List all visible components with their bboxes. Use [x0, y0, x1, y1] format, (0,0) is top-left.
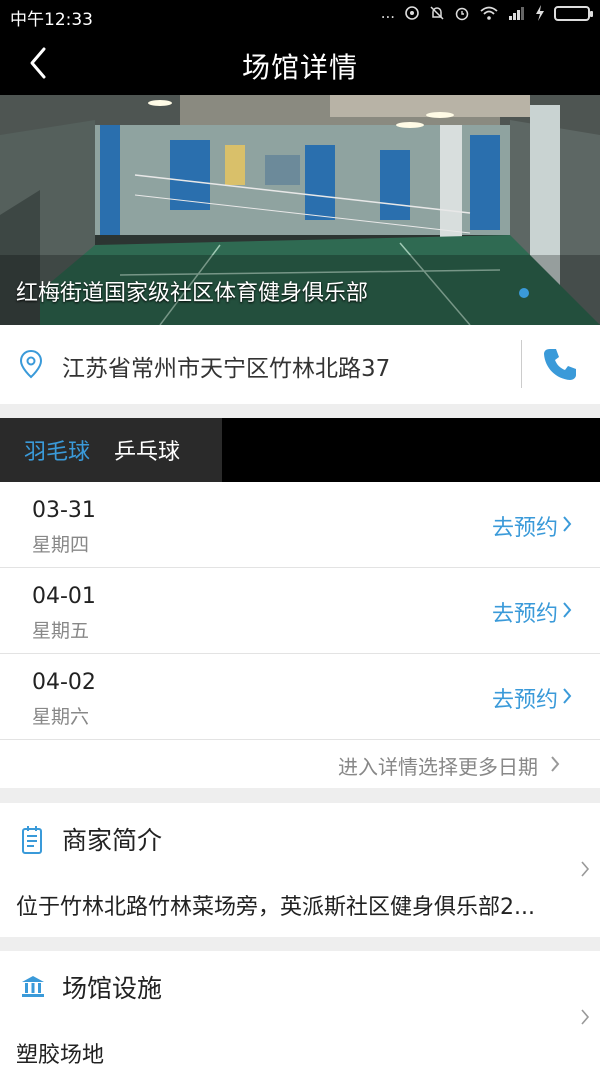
book-button[interactable]: 去预约 — [492, 596, 558, 628]
intro-text: 位于竹林北路竹林菜场旁，英派斯社区健身俱乐部2... — [16, 895, 535, 920]
building-icon — [22, 976, 44, 997]
date-label: 04-01 — [32, 584, 96, 609]
venue-photo[interactable]: 红梅街道国家级社区体育健身俱乐部 — [0, 95, 600, 325]
wifi-icon — [480, 6, 498, 20]
status-icons: ... — [380, 4, 593, 22]
notepad-icon — [22, 826, 42, 854]
book-button[interactable]: 去预约 — [492, 510, 558, 542]
venue-name: 红梅街道国家级社区体育健身俱乐部 — [16, 281, 369, 306]
facilities-title: 场馆设施 — [62, 974, 163, 1003]
mute-bell-icon — [430, 6, 444, 20]
nav-bar: 场馆详情 — [0, 31, 600, 95]
weekday-label: 星期五 — [32, 620, 90, 642]
chevron-right-icon — [581, 1009, 590, 1025]
facilities-text: 塑胶场地 — [16, 1043, 105, 1067]
tab-badminton[interactable]: 羽毛球 — [0, 434, 102, 466]
facilities-section[interactable]: 场馆设施 塑胶场地 — [0, 951, 600, 1067]
tab-group: 羽毛球 乒乓球 — [0, 418, 222, 482]
tab-table-tennis[interactable]: 乒乓球 — [102, 434, 192, 466]
chevron-right-icon — [581, 861, 590, 877]
list-item[interactable]: 04-02 星期六 去预约 — [0, 654, 600, 740]
more-dots: ... — [380, 4, 395, 22]
chevron-right-icon — [551, 756, 560, 772]
more-dates-row[interactable]: 进入详情选择更多日期 — [0, 740, 600, 788]
intro-title: 商家简介 — [62, 826, 163, 855]
book-button[interactable]: 去预约 — [492, 682, 558, 714]
sync-icon — [405, 6, 419, 20]
address-row[interactable]: 江苏省常州市天宁区竹林北路37 — [0, 325, 600, 404]
status-time: 中午12:33 — [10, 10, 93, 30]
chevron-right-icon — [563, 602, 572, 618]
venue-address: 江苏省常州市天宁区竹林北路37 — [62, 356, 391, 382]
weekday-label: 星期六 — [32, 706, 90, 728]
list-item[interactable]: 03-31 星期四 去预约 — [0, 482, 600, 568]
chevron-right-icon — [563, 516, 572, 532]
date-label: 04-02 — [32, 670, 96, 695]
chevron-right-icon — [563, 688, 572, 704]
date-list: 03-31 星期四 去预约 04-01 星期五 去预约 04-02 星期六 去预… — [0, 482, 600, 788]
status-bar: 中午12:33 ... — [0, 0, 600, 31]
weekday-label: 星期四 — [32, 534, 90, 556]
phone-icon[interactable] — [541, 345, 579, 383]
sport-tabs: 羽毛球 乒乓球 — [0, 418, 600, 482]
page-title: 场馆详情 — [241, 51, 358, 84]
location-pin-icon — [19, 349, 43, 379]
cell-signal-icon — [509, 7, 524, 20]
charging-icon — [536, 5, 544, 21]
battery-icon — [554, 5, 593, 21]
alarm-icon — [455, 7, 469, 21]
divider — [521, 340, 522, 388]
list-item[interactable]: 04-01 星期五 去预约 — [0, 568, 600, 654]
more-dates-link[interactable]: 进入详情选择更多日期 — [338, 751, 538, 780]
intro-section[interactable]: 商家简介 位于竹林北路竹林菜场旁，英派斯社区健身俱乐部2... — [0, 803, 600, 937]
date-label: 03-31 — [32, 498, 96, 523]
carousel-dot-icon — [519, 288, 529, 298]
